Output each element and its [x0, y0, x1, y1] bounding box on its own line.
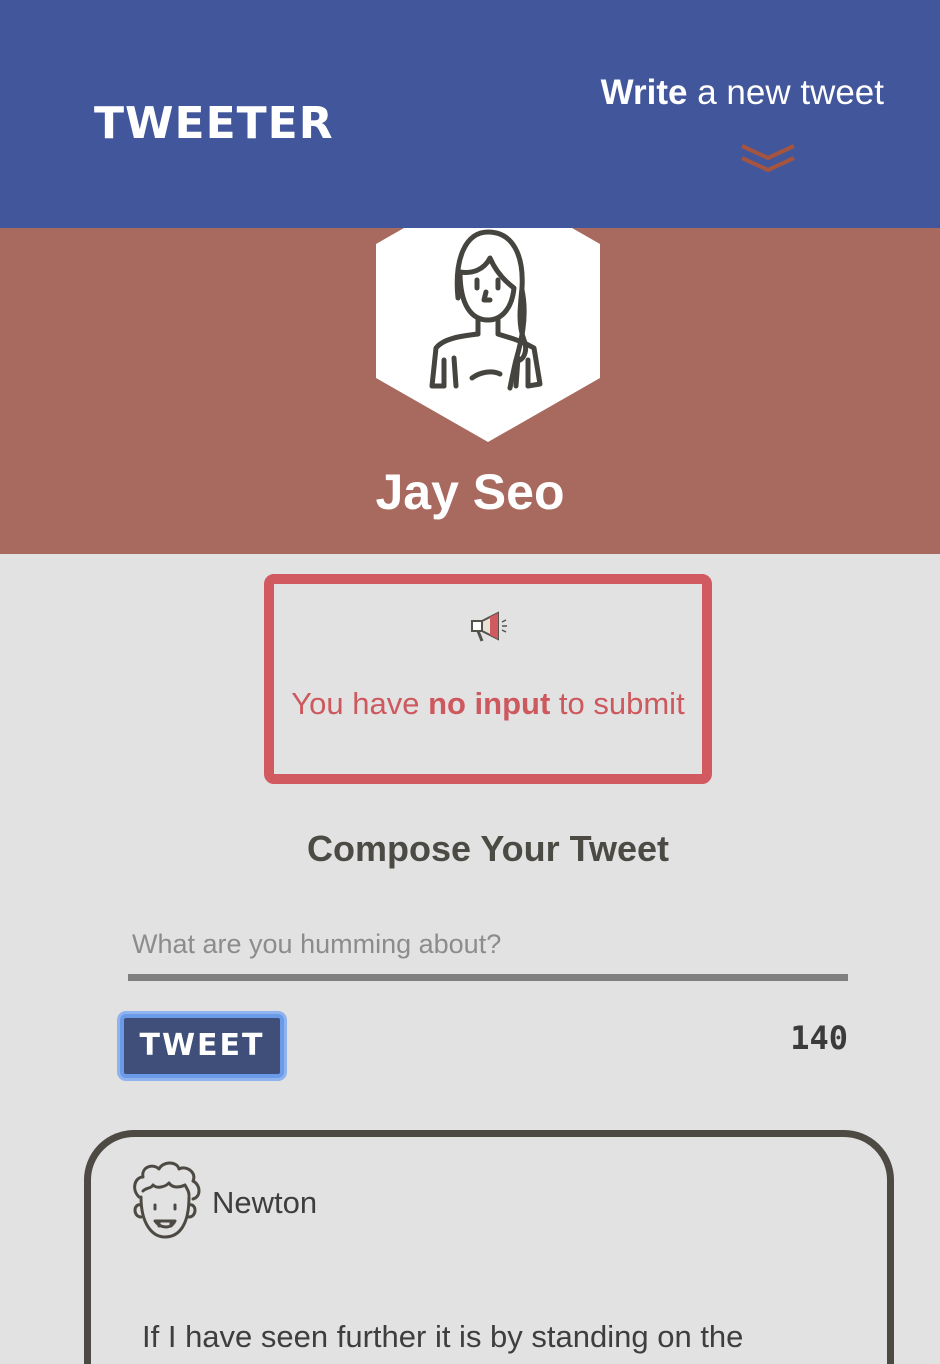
write-rest-text: a new tweet	[687, 73, 884, 112]
tweet-content: If I have seen further it is by standing…	[142, 1319, 744, 1364]
brand-logo[interactable]: TWEETER	[94, 98, 334, 150]
curly-hair-man-avatar-icon	[133, 1161, 201, 1239]
error-text-before: You have	[291, 686, 429, 721]
profile-banner: Jay Seo	[0, 228, 940, 554]
input-underline	[128, 974, 848, 981]
char-counter: 140	[790, 1019, 848, 1057]
write-new-tweet-label[interactable]: Write a new tweet	[601, 70, 884, 116]
double-chevron-down-icon[interactable]	[740, 142, 796, 176]
write-new-tweet-toggle[interactable]: Write a new tweet	[584, 70, 884, 180]
profile-name: Jay Seo	[375, 464, 565, 520]
compose-title: Compose Your Tweet	[306, 828, 670, 869]
tweet-submit-button[interactable]: TWEET	[120, 1014, 284, 1078]
megaphone-icon	[471, 611, 507, 642]
error-message: You have no input to submit	[274, 684, 702, 724]
tweet-text-input[interactable]	[128, 912, 848, 976]
error-text-bold: no input	[428, 686, 551, 721]
profile-avatar	[374, 228, 602, 442]
tweet-author: Newton	[212, 1185, 318, 1220]
error-alert: You have no input to submit	[264, 574, 712, 784]
tweet-card: Newton If I have seen further it is by s…	[84, 1130, 894, 1364]
write-bold-text: Write	[600, 73, 688, 112]
woman-avatar-icon	[376, 228, 600, 442]
error-text-after: to submit	[550, 686, 685, 721]
top-nav: TWEETER Write a new tweet	[0, 0, 940, 228]
